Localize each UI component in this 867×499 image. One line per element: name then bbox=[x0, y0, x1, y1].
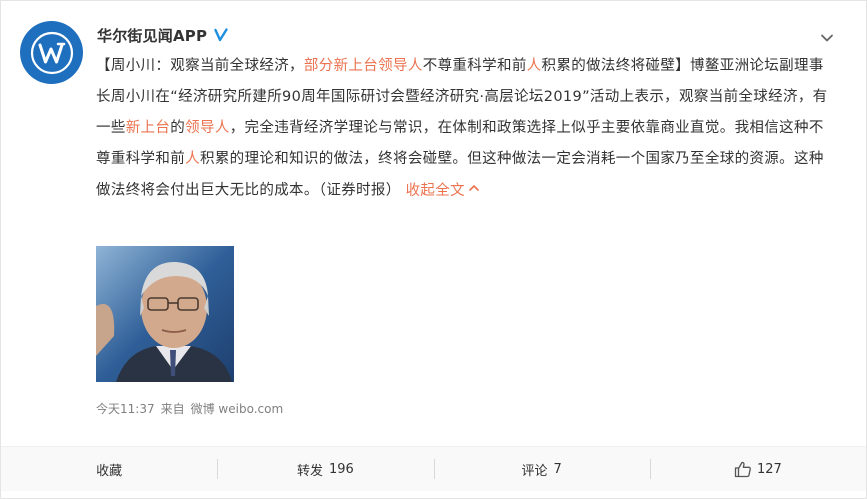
text-segment: 的 bbox=[170, 120, 186, 136]
highlighted-text-segment: 领导人 bbox=[185, 120, 230, 136]
like-button[interactable]: 127 bbox=[649, 447, 866, 491]
author-avatar[interactable] bbox=[20, 21, 83, 84]
post-timestamp[interactable]: 今天11:37 bbox=[96, 400, 155, 417]
chevron-up-icon bbox=[468, 175, 480, 206]
collapse-label: 收起全文 bbox=[405, 182, 465, 199]
like-count: 127 bbox=[756, 461, 782, 477]
wallstreetcn-logo-icon bbox=[30, 31, 73, 74]
post-text: 【周小川：观察当前全球经济，部分新上台领导人不尊重科学和前人积累的做法终将碰壁】… bbox=[96, 51, 836, 207]
comment-label: 评论 bbox=[521, 463, 548, 479]
text-segment: 不尊重科学和前 bbox=[422, 58, 527, 74]
post-header: 华尔街见闻APP bbox=[97, 23, 229, 47]
highlighted-text-segment: 新上台 bbox=[125, 120, 171, 136]
comment-button[interactable]: 评论 7 bbox=[433, 447, 650, 491]
author-name[interactable]: 华尔街见闻APP bbox=[97, 25, 207, 46]
action-bar: 收藏 转发 196 评论 7 127 bbox=[1, 446, 866, 491]
thumbs-up-icon bbox=[734, 461, 752, 478]
post-photo[interactable] bbox=[96, 246, 234, 382]
chevron-down-icon[interactable] bbox=[818, 29, 836, 47]
favorite-button[interactable]: 收藏 bbox=[1, 447, 217, 491]
text-segment: 【周小川：观察当前全球经济， bbox=[96, 58, 304, 74]
highlighted-text-segment: 人 bbox=[526, 58, 542, 74]
repost-label: 转发 bbox=[296, 463, 323, 479]
repost-count: 196 bbox=[328, 461, 354, 477]
post-meta: 今天11:37 来自 微博 weibo.com bbox=[96, 400, 283, 417]
from-label: 来自 bbox=[160, 402, 185, 416]
post-text-segments: 【周小川：观察当前全球经济，部分新上台领导人不尊重科学和前人积累的做法终将碰壁】… bbox=[96, 58, 828, 199]
collapse-full-text-link[interactable]: 收起全文 bbox=[406, 183, 480, 199]
post-source[interactable]: 微博 weibo.com bbox=[191, 400, 284, 417]
weibo-post-card: 华尔街见闻APP 【周小川：观察当前全球经济，部分新上台领导人不尊重科学和前人积… bbox=[0, 0, 867, 499]
highlighted-text-segment: 人 bbox=[185, 151, 200, 167]
favorite-label: 收藏 bbox=[96, 463, 123, 479]
comment-count: 7 bbox=[553, 461, 562, 477]
highlighted-text-segment: 部分新上台领导人 bbox=[303, 58, 423, 74]
repost-button[interactable]: 转发 196 bbox=[217, 447, 433, 491]
verified-badge-icon[interactable] bbox=[213, 27, 229, 43]
